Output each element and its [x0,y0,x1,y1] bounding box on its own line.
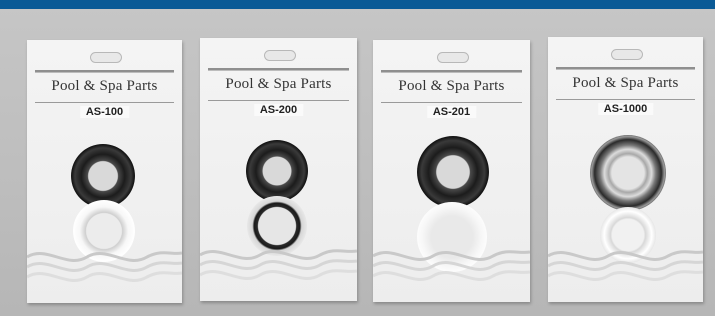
card-rule [556,99,695,100]
seal-rubber-part [71,144,135,208]
card-rule [381,102,522,103]
card-rule [35,102,174,103]
brand-label: Pool & Spa Parts [51,78,158,94]
seal-rubber-part [590,135,666,211]
brand-label: Pool & Spa Parts [398,78,505,94]
part-code-label: AS-100 [79,106,130,118]
seal-rubber-part [246,140,308,202]
card-rule [381,72,522,73]
card-rule [208,100,349,101]
part-code-label: AS-1000 [597,103,654,115]
card-rule [208,70,349,71]
card-rule [35,72,174,73]
top-bar [0,0,715,9]
product-card-as-200: Pool & Spa Parts AS-200 [200,38,357,301]
product-card-as-201: Pool & Spa Parts AS-201 [373,40,530,302]
brand-label: Pool & Spa Parts [225,76,332,92]
part-code-label: AS-200 [253,104,304,116]
card-wave-graphic [548,250,703,281]
product-card-as-1000: Pool & Spa Parts AS-1000 [548,37,703,302]
card-wave-graphic [27,251,182,282]
product-photo: Pool & Spa Parts AS-100 Pool & Spa Parts… [0,0,715,316]
part-code-label: AS-201 [426,106,477,118]
card-wave-graphic [200,249,357,280]
brand-label: Pool & Spa Parts [572,75,679,91]
seal-rubber-part [417,136,489,208]
card-rule [556,69,695,70]
card-wave-graphic [373,250,530,281]
product-card-as-100: Pool & Spa Parts AS-100 [27,40,182,303]
